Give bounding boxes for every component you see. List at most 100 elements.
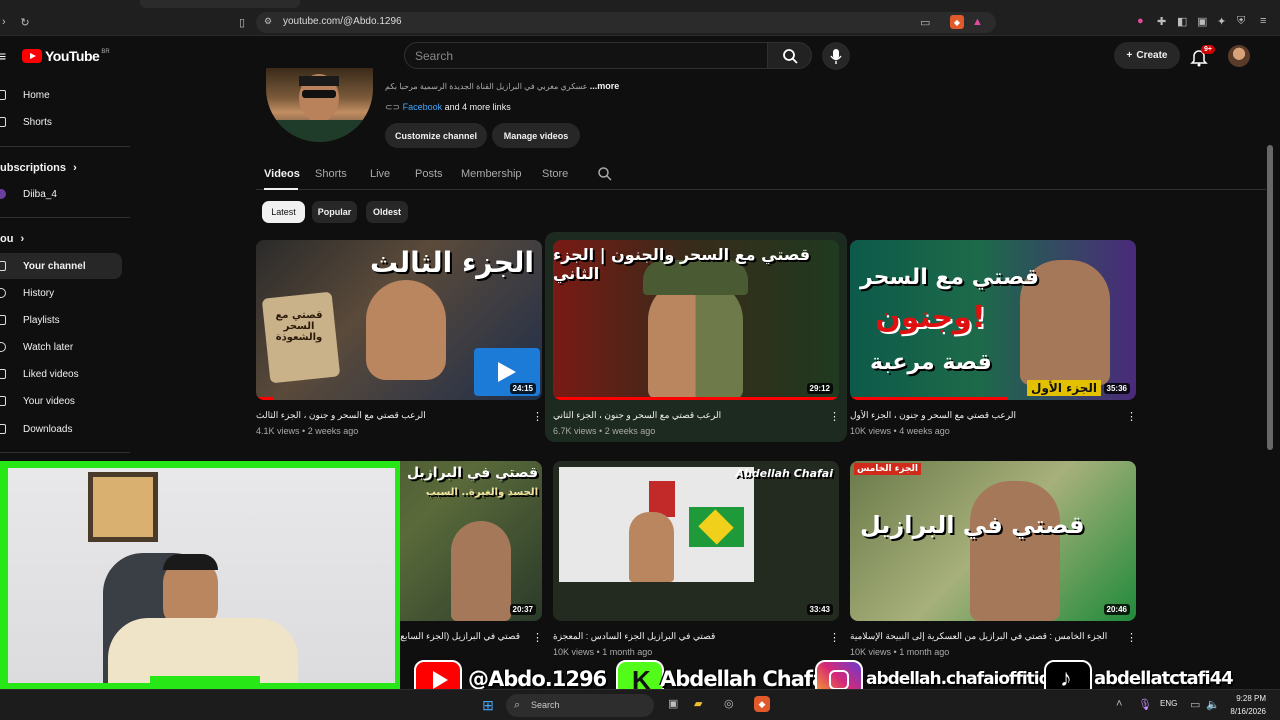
chip-latest[interactable]: Latest [262, 201, 305, 223]
video-title[interactable]: الرعب قصتي مع السحر و جنون ، الجزء الثال… [256, 410, 516, 421]
taskbar-search-label: Search [531, 700, 560, 710]
volume-icon[interactable]: 🔈 [1206, 698, 1220, 711]
sidebar-item-watch-later[interactable]: Watch later [0, 334, 122, 360]
search-button[interactable] [768, 42, 812, 69]
video-card[interactable]: الجزء الثالث قصتي مع السحر والشعوذة 24:1… [256, 240, 543, 440]
channel-icon [0, 261, 6, 271]
manage-videos-button[interactable]: Manage videos [492, 123, 580, 148]
sidebar-item-liked-videos[interactable]: Liked videos [0, 361, 122, 387]
windows-start-icon[interactable]: ⊞ [480, 697, 496, 713]
channel-search-icon[interactable] [597, 166, 613, 182]
chip-popular[interactable]: Popular [312, 201, 357, 223]
puzzle-icon[interactable]: ✚ [1157, 15, 1166, 28]
sidebar-item-downloads[interactable]: Downloads [0, 416, 122, 442]
more-link[interactable]: ...more [590, 81, 620, 91]
sidebar-item-your-channel[interactable]: Your channel [0, 253, 122, 279]
voice-search-button[interactable] [822, 42, 850, 70]
cast-icon[interactable]: ▭ [920, 16, 930, 29]
home-icon [0, 90, 6, 100]
browser-tab[interactable] [140, 0, 300, 8]
video-thumbnail[interactable]: قصتي مع السحر وجنون! قصة مرعبة الجزء الأ… [850, 240, 1136, 400]
forward-icon[interactable]: › [2, 16, 6, 28]
brave-browser-icon[interactable]: ◆ [754, 696, 770, 712]
video-thumbnail[interactable]: قصتي في البرازيل الجزء الخامس 20:46 [850, 461, 1136, 621]
video-options-icon[interactable]: ⋮ [829, 410, 840, 423]
menu-icon[interactable]: ≡ [1260, 15, 1266, 27]
site-info-icon[interactable]: ⚙ [264, 16, 272, 27]
you-heading[interactable]: ou › [0, 233, 24, 245]
customize-channel-button[interactable]: Customize channel [385, 123, 487, 148]
tab-shorts[interactable]: Shorts [315, 168, 347, 180]
sidebar-item-label: Shorts [23, 116, 52, 128]
leo-icon[interactable]: ✦ [1217, 15, 1226, 28]
sidebar-item-label: History [23, 287, 55, 299]
chip-oldest[interactable]: Oldest [366, 201, 408, 223]
video-card[interactable]: قصتي مع السحر وجنون! قصة مرعبة الجزء الأ… [850, 240, 1137, 440]
video-card[interactable]: Abdellah Chafai 33:43 قصتي في البرازيل ا… [553, 461, 840, 661]
face-graphic [451, 521, 511, 621]
network-icon[interactable]: ▭ [1190, 698, 1200, 711]
youtube-logo[interactable]: YouTube BR [22, 48, 110, 64]
hamburger-icon[interactable]: ≡ [0, 48, 6, 64]
app-icon[interactable]: ◎ [724, 697, 734, 710]
vpn-icon[interactable]: ⛨ [1237, 15, 1245, 28]
address-bar[interactable]: ⚙ youtube.com/@Abdo.1296 ▭ ◆ ▲ [256, 12, 996, 33]
video-thumbnail[interactable]: الجزء الثالث قصتي مع السحر والشعوذة 24:1… [256, 240, 542, 400]
rewards-icon[interactable]: ▲ [972, 16, 983, 28]
browser-tab-strip [0, 0, 1280, 10]
video-card[interactable]: قصتي في البرازيل الجزء الخامس 20:46 الجز… [850, 461, 1137, 661]
tab-store[interactable]: Store [542, 168, 568, 180]
wallet-icon[interactable]: ▣ [1197, 15, 1207, 28]
video-options-icon[interactable]: ⋮ [532, 410, 543, 423]
channel-description[interactable]: عسكري مغربي في البرازيل القناة الجديدة ا… [385, 81, 619, 91]
sidebar-item-label: Liked videos [23, 368, 79, 380]
language-indicator[interactable]: ENG [1160, 699, 1177, 708]
video-thumbnail[interactable]: قصتي مع السحر والجنون | الجزء الثاني 29:… [553, 240, 839, 400]
region-code: BR [101, 49, 110, 55]
sidebar-item-home[interactable]: Home [0, 82, 122, 108]
video-options-icon[interactable]: ⋮ [1126, 631, 1137, 644]
sidebar-item-label: Downloads [23, 423, 73, 435]
page-scrollbar[interactable] [1267, 145, 1273, 450]
taskbar-search[interactable]: ⌕ Search [506, 694, 654, 717]
sidepanel-icon[interactable]: ◧ [1177, 15, 1187, 28]
taskbar-clock[interactable]: 9:28 PM 8/16/2026 [1222, 692, 1266, 718]
channel-links[interactable]: ⊂⊃ Facebook and 4 more links [385, 102, 511, 113]
more-links[interactable]: and 4 more links [445, 102, 511, 112]
sidebar-item-subscription[interactable]: Diiba_4 [0, 181, 122, 207]
account-avatar[interactable] [1228, 45, 1250, 67]
tab-posts[interactable]: Posts [415, 168, 443, 180]
tab-membership[interactable]: Membership [461, 168, 522, 180]
tray-overflow-icon[interactable]: ˄ [1116, 698, 1122, 710]
video-options-icon[interactable]: ⋮ [1126, 410, 1137, 423]
sidebar-item-shorts[interactable]: Shorts [0, 109, 122, 135]
sidebar-item-history[interactable]: History [0, 280, 122, 306]
reload-icon[interactable]: ↻ [18, 15, 32, 29]
thumb-title-text: قصتي في البرازيل [860, 511, 1085, 539]
extension-icon[interactable]: ● [1137, 15, 1144, 27]
create-button[interactable]: + Create [1114, 42, 1180, 69]
video-title[interactable]: قصتي في البرازيل الجزء السادس : المعجزة [553, 631, 813, 642]
sidebar-item-playlists[interactable]: Playlists [0, 307, 122, 333]
channel-avatar[interactable] [266, 68, 373, 142]
video-options-icon[interactable]: ⋮ [532, 631, 543, 644]
video-card[interactable]: قصتي مع السحر والجنون | الجزء الثاني 29:… [553, 240, 840, 440]
taskbar: ⊞ ⌕ Search ▣ ▰ ◎ ◆ ˄ 🎙 ENG ▭ 🔈 9:28 PM 8… [0, 689, 1280, 720]
mic-tray-icon[interactable]: 🎙 [1138, 698, 1152, 711]
tab-live[interactable]: Live [370, 168, 390, 180]
search-input[interactable] [415, 49, 755, 63]
bookmark-icon[interactable]: ▯ [236, 15, 248, 29]
video-title[interactable]: الرعب قصتي مع السحر و جنون ، الجزء الأول [850, 410, 1110, 421]
video-options-icon[interactable]: ⋮ [829, 631, 840, 644]
video-title[interactable]: الرعب قصتي مع السحر و جنون ، الجزء الثان… [553, 410, 813, 421]
video-thumbnail[interactable]: Abdellah Chafai 33:43 [553, 461, 839, 621]
video-title[interactable]: الجزء الخامس : قصتي في البرازيل من العسك… [850, 631, 1110, 642]
tab-videos[interactable]: Videos [264, 168, 300, 180]
facebook-link[interactable]: Facebook [403, 102, 443, 112]
sidebar-item-your-videos[interactable]: Your videos [0, 388, 122, 414]
task-view-icon[interactable]: ▣ [668, 697, 678, 710]
subscriptions-heading[interactable]: ubscriptions › [0, 162, 77, 174]
brave-shield-icon[interactable]: ◆ [950, 15, 964, 29]
search-icon [783, 49, 798, 64]
file-explorer-icon[interactable]: ▰ [694, 697, 702, 710]
